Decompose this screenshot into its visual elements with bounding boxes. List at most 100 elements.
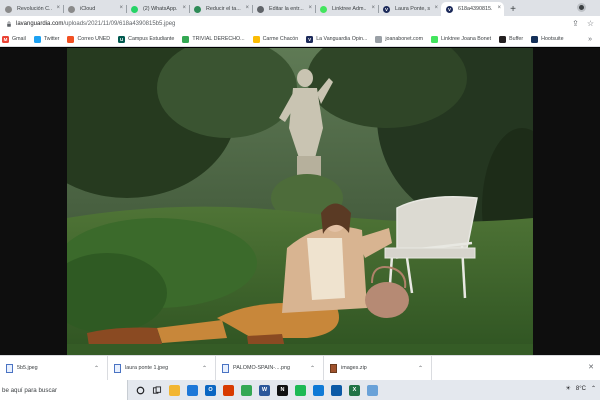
tab-close-icon[interactable]: × (371, 5, 375, 11)
tab-close-icon[interactable]: × (119, 5, 123, 11)
bookmark-item[interactable]: V La Vanguardia Opin... (306, 35, 367, 43)
bookmark-label: Buffer (509, 36, 524, 42)
lock-icon[interactable] (6, 21, 12, 27)
taskbar-search[interactable]: be aquí para buscar (0, 380, 128, 400)
star-icon[interactable]: ☆ (587, 19, 594, 28)
chevron-up-icon[interactable]: ⌃ (94, 365, 99, 372)
reload-favicon (194, 5, 201, 13)
bookmark-label: TRIVIAL DERECHO... (192, 36, 245, 42)
bookmark-item[interactable]: Linktree Joana Bonet (431, 35, 492, 43)
browser-tab[interactable]: Reducir el ta... × (189, 2, 252, 16)
bookmark-item[interactable]: U Campus Estudiante (118, 35, 174, 43)
bookmark-item[interactable]: TRIVIAL DERECHO... (182, 35, 245, 43)
linktree-favicon (320, 5, 327, 13)
file-explorer-icon[interactable] (169, 384, 180, 396)
system-tray: ☀ 8°C ⌃ (566, 385, 597, 393)
doc-favicon (257, 5, 264, 13)
mail-icon[interactable] (187, 384, 198, 396)
chevron-up-icon[interactable]: ⌃ (202, 365, 207, 372)
chevron-up-icon[interactable]: ⌃ (591, 385, 596, 392)
vanguardia-favicon: V (383, 5, 390, 13)
bookmark-item[interactable]: Carme Chacón (252, 35, 299, 43)
office-icon[interactable] (223, 384, 234, 396)
bookmark-item[interactable]: joanabonet.com (375, 35, 424, 43)
bookmark-item[interactable]: Hootsuite (531, 35, 564, 43)
close-downloads-icon[interactable]: ✕ (588, 363, 594, 371)
linktree-icon (431, 35, 439, 43)
bookmark-label: Linktree Joana Bonet (441, 36, 492, 42)
garden-photo-illustration (67, 48, 533, 355)
bookmark-label: joanabonet.com (385, 36, 424, 42)
tab-title: Editar la entr... (269, 6, 304, 12)
more-bookmarks-icon[interactable]: » (588, 36, 592, 43)
apple-favicon (68, 5, 75, 13)
download-filename: 5b5.jpeg (17, 365, 38, 371)
profile-icon[interactable] (577, 3, 586, 12)
weather-temp[interactable]: 8°C (576, 386, 586, 392)
browser-tab[interactable]: V 618a4390815... × (441, 2, 504, 16)
bookmark-label: Twitter (43, 36, 60, 42)
vanguardia-icon: V (306, 35, 314, 43)
tab-close-icon[interactable]: × (308, 5, 312, 11)
tab-close-icon[interactable]: × (182, 5, 186, 11)
image-viewport (0, 48, 600, 355)
chevron-up-icon[interactable]: ⌃ (418, 365, 423, 372)
download-shelf: 5b5.jpeg ⌃ laura ponte 1.jpeg ⌃ PALOMO-SPAIN… (0, 355, 600, 381)
word-icon[interactable]: W (259, 384, 270, 396)
bookmark-item[interactable]: Buffer (499, 35, 524, 43)
download-item[interactable]: 5b5.jpeg ⌃ (0, 355, 108, 381)
download-item[interactable]: laura ponte 1.jpeg ⌃ (108, 355, 216, 381)
bookmarks-bar: M Gmail Twitter Correo UNED U Campus Estudian… (0, 32, 600, 47)
browser-tab[interactable]: Editar la entr... × (252, 2, 315, 16)
drive-icon (182, 35, 190, 43)
browser-tab[interactable]: iCloud × (63, 2, 126, 16)
netflix-icon[interactable]: N (277, 384, 288, 396)
browser-tab[interactable]: (2) WhatsApp... × (126, 2, 189, 16)
download-item[interactable]: images.zip ⌃ (324, 355, 432, 381)
taskbar-apps: O WN X (136, 384, 378, 396)
toolbar-actions: ⇪ ☆ (572, 19, 594, 28)
tab-title: Revolución C... (17, 6, 52, 12)
cortana-icon[interactable] (136, 386, 145, 395)
microsoft-icon (67, 35, 75, 43)
twitter-icon (33, 35, 41, 43)
tab-close-icon[interactable]: × (245, 5, 249, 11)
download-item[interactable]: PALOMO-SPAIN-....png ⌃ (216, 355, 324, 381)
windows-taskbar: be aquí para buscar O WN X ☀ 8°C ⌃ (0, 380, 600, 400)
new-tab-button[interactable]: + (506, 2, 520, 16)
bookmark-item[interactable]: Twitter (33, 35, 60, 43)
weather-icon[interactable]: ☀ (566, 385, 571, 392)
uned-icon: U (118, 35, 126, 43)
paint-icon[interactable] (367, 384, 378, 396)
share-icon[interactable]: ⇪ (572, 19, 579, 28)
bookmark-item[interactable]: Correo UNED (67, 35, 111, 43)
browser-tab[interactable]: V Laura Ponte, s... × (378, 2, 441, 16)
bookmark-label: Carme Chacón (262, 36, 299, 42)
search-text[interactable]: be aquí para buscar (2, 387, 57, 394)
bookmark-item[interactable]: M Gmail (2, 35, 26, 43)
tab-close-icon[interactable]: × (497, 5, 501, 11)
task-view-icon[interactable] (152, 385, 162, 395)
flag-favicon (5, 5, 12, 13)
bookmark-label: Hootsuite (541, 36, 564, 42)
photos-icon[interactable] (331, 384, 342, 396)
browser-tab[interactable]: Revolución C... × (0, 2, 63, 16)
fashion-photo[interactable] (67, 48, 533, 355)
outlook-icon[interactable]: O (205, 384, 216, 396)
tab-close-icon[interactable]: × (434, 5, 438, 11)
edge-icon[interactable] (313, 384, 324, 396)
excel-icon[interactable]: X (349, 384, 360, 396)
address-bar[interactable]: lavanguardia.com/uploads/2021/11/09/618a… (0, 16, 600, 32)
bookmark-label: Gmail (12, 36, 26, 42)
tab-close-icon[interactable]: × (56, 5, 60, 11)
hootsuite-icon (531, 35, 539, 43)
url-path[interactable]: /uploads/2021/11/09/618a4390815b5.jpeg (63, 21, 175, 27)
zip-file-icon (330, 363, 337, 373)
chevron-up-icon[interactable]: ⌃ (310, 365, 315, 372)
spotify-icon[interactable] (295, 384, 306, 396)
url-host[interactable]: lavanguardia.com (16, 21, 63, 27)
browser-tab[interactable]: Linktree Adm... × (315, 2, 378, 16)
tab-title: Reducir el ta... (206, 6, 241, 12)
bookmark-label: Correo UNED (77, 36, 111, 42)
chrome-icon[interactable] (241, 384, 252, 396)
